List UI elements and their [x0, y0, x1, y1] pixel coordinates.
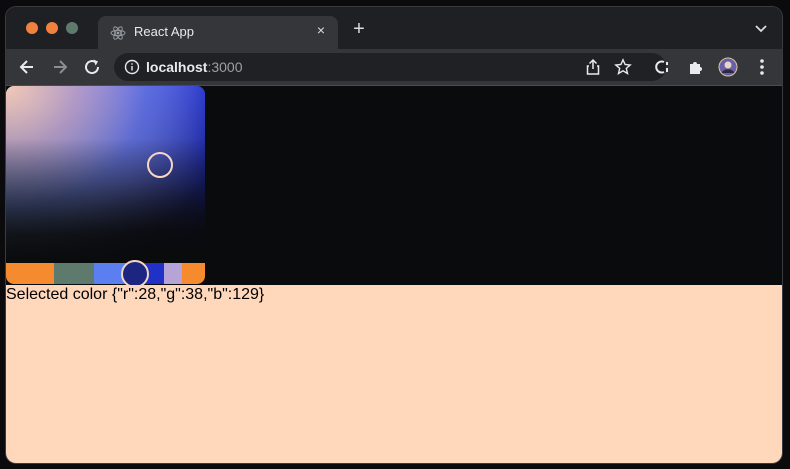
swatch-orange-end[interactable] — [182, 263, 205, 284]
bookmark-star-icon[interactable] — [614, 58, 632, 76]
selected-color-panel: Selected color {"r":28,"g":38,"b":129} — [6, 285, 782, 463]
extension-c-icon[interactable] — [652, 57, 672, 77]
selected-color-value: {"r":28,"g":38,"b":129} — [111, 286, 265, 303]
share-icon[interactable] — [584, 58, 602, 76]
chevron-down-icon[interactable] — [754, 21, 768, 35]
swatch-bar[interactable] — [6, 263, 205, 284]
swatch-orange[interactable] — [6, 263, 54, 284]
tab-bar: React App × + — [6, 7, 782, 49]
swatch-lavender[interactable] — [164, 263, 182, 284]
profile-avatar[interactable] — [718, 57, 738, 77]
maximize-window-button[interactable] — [66, 22, 78, 34]
saturation-handle[interactable] — [147, 152, 173, 178]
tab-react-app[interactable]: React App × — [98, 16, 338, 49]
forward-arrow-icon[interactable] — [50, 57, 70, 77]
swatch-green[interactable] — [54, 263, 94, 284]
browser-toolbar: localhost:3000 — [6, 49, 782, 86]
page-content: Selected color {"r":28,"g":38,"b":129} — [6, 86, 782, 463]
selected-color-label: Selected color — [6, 286, 108, 303]
url-host: localhost — [146, 59, 208, 75]
color-saturation-area[interactable] — [6, 86, 205, 261]
puzzle-extensions-icon[interactable] — [686, 57, 706, 77]
minimize-window-button[interactable] — [46, 22, 58, 34]
address-bar[interactable]: localhost:3000 — [114, 53, 666, 81]
selected-color-readout: Selected color {"r":28,"g":38,"b":129} — [6, 286, 264, 304]
info-icon[interactable] — [124, 59, 140, 75]
reload-icon[interactable] — [82, 57, 102, 77]
url-text[interactable]: localhost:3000 — [146, 59, 243, 75]
new-tab-button[interactable]: + — [350, 19, 368, 39]
saturation-gradient — [6, 86, 205, 261]
react-logo-icon — [110, 26, 126, 40]
browser-window: React App × + localhost:3000 Selected co… — [6, 7, 782, 463]
close-window-button[interactable] — [26, 22, 38, 34]
back-arrow-icon[interactable] — [17, 57, 37, 77]
kebab-menu-icon[interactable] — [752, 57, 772, 77]
tab-close-icon[interactable]: × — [312, 21, 330, 39]
swatch-handle[interactable] — [121, 260, 149, 288]
tab-title: React App — [134, 24, 194, 39]
url-port: :3000 — [207, 59, 243, 75]
